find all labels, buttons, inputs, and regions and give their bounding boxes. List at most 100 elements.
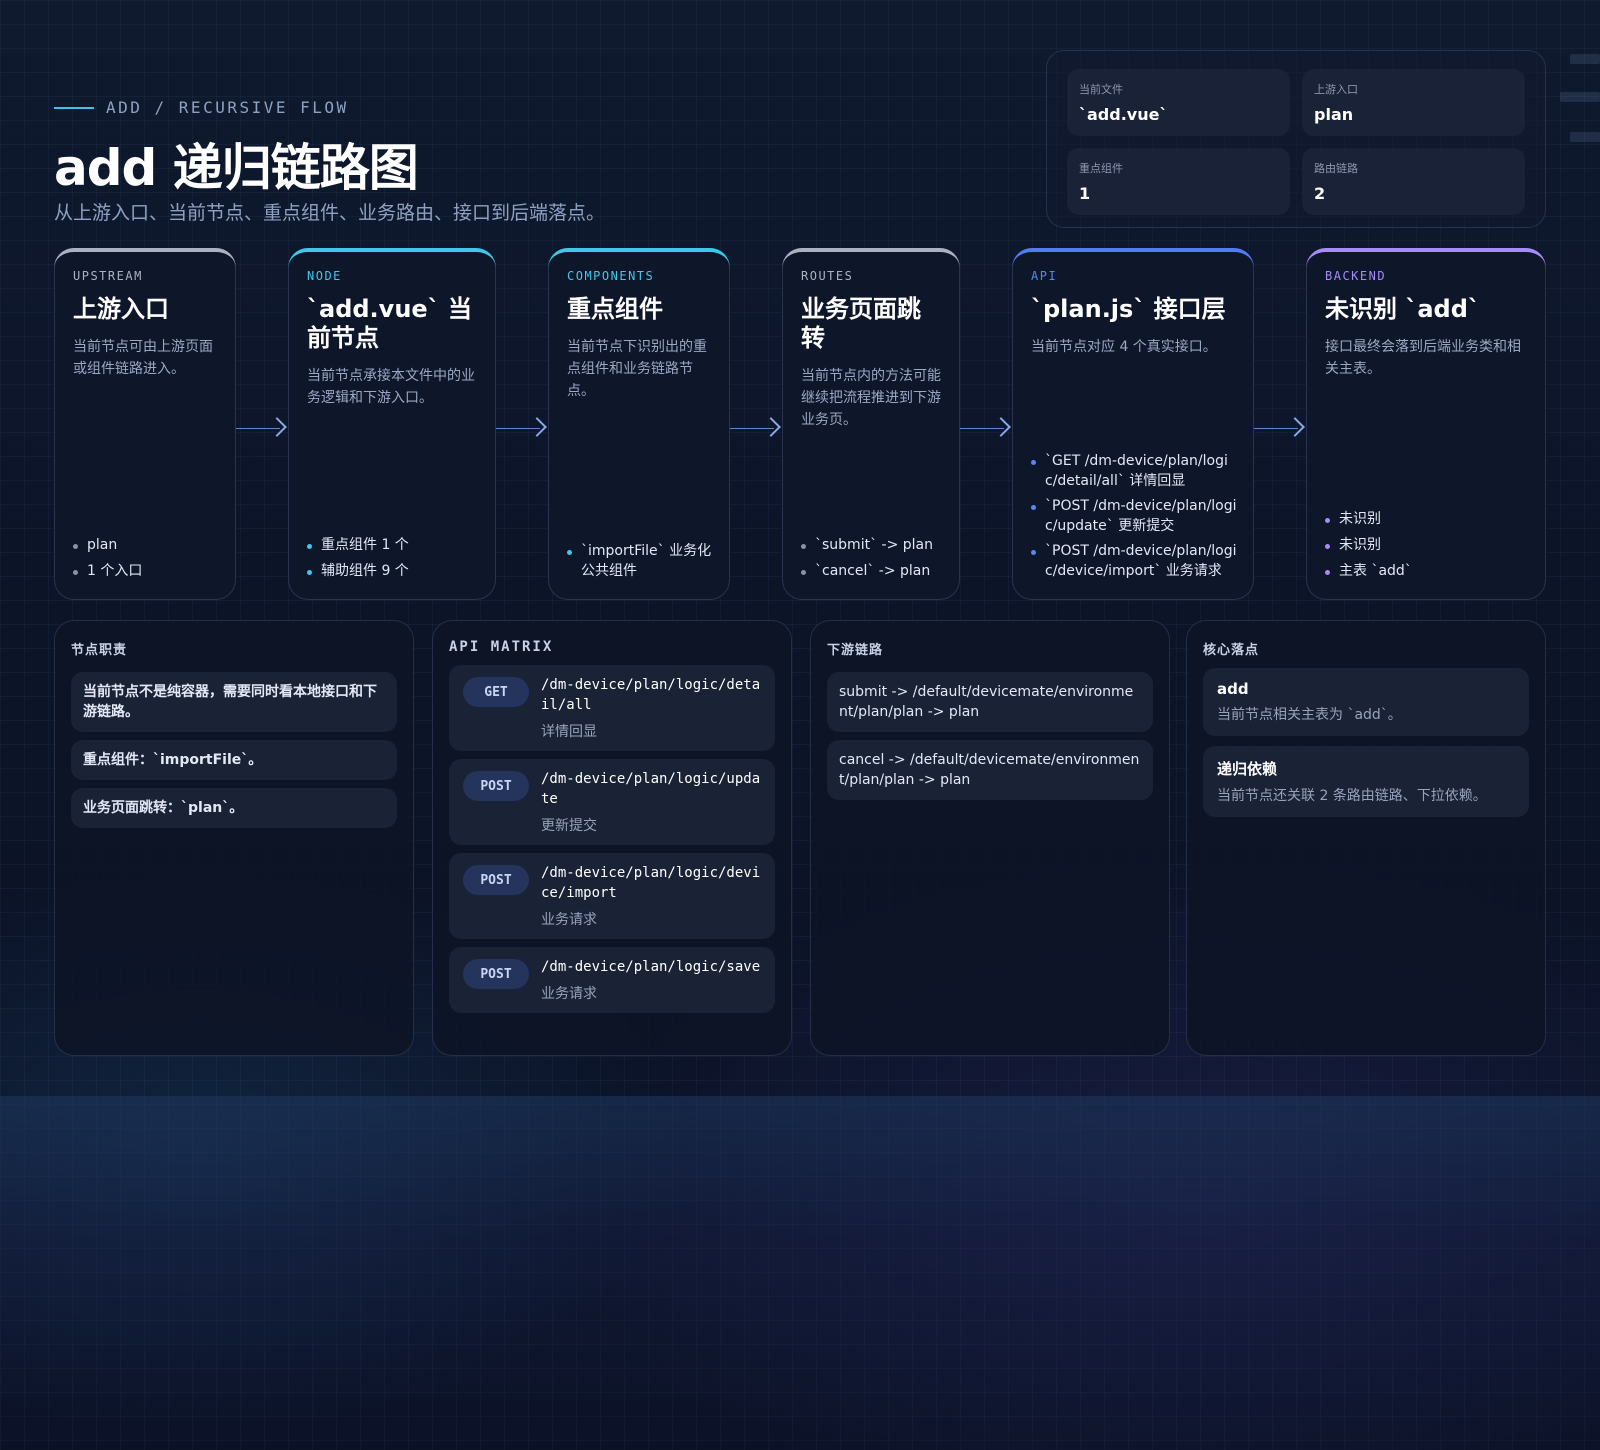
card-title: `plan.js` 接口层	[1031, 295, 1226, 323]
card-bullet: 辅助组件 9 个	[307, 561, 481, 581]
card-description: 接口最终会落到后端业务类和相关主表。	[1325, 339, 1521, 377]
card-title: 上游入口	[73, 295, 169, 323]
card-bullet: 重点组件 1 个	[307, 535, 481, 555]
flow-card-node: NODE `add.vue` 当前节点 当前节点承接本文件中的业务逻辑和下游入口…	[288, 248, 496, 600]
api-description: 详情回显	[541, 724, 597, 740]
panel-title: 节点职责	[71, 643, 128, 658]
api-matrix-panel: API MATRIX GET /dm-device/plan/logic/det…	[432, 620, 792, 1056]
flow-card-backend: BACKEND 未识别 `add` 接口最终会落到后端业务类和相关主表。 未识别…	[1306, 248, 1546, 600]
card-bullet: `POST /dm-device/plan/logic/device/impor…	[1031, 541, 1239, 581]
summary-label: 路由链路	[1314, 162, 1358, 175]
page-subtitle: 从上游入口、当前节点、重点组件、业务路由、接口到后端落点。	[54, 202, 606, 224]
summary-label: 上游入口	[1314, 83, 1358, 96]
method-badge: POST	[463, 865, 529, 895]
core-item: 递归依赖 当前节点还关联 2 条路由链路、下拉依赖。	[1203, 746, 1529, 817]
panel-title: 核心落点	[1203, 643, 1260, 658]
summary-value: plan	[1314, 105, 1354, 124]
summary-upstream: 上游入口 plan	[1302, 69, 1525, 136]
card-bullet: 未识别	[1325, 509, 1531, 529]
flow-card-components: COMPONENTS 重点组件 当前节点下识别出的重点组件和业务链路节点。 `i…	[548, 248, 730, 600]
downstream-panel: 下游链路 submit -> /default/devicemate/envir…	[810, 620, 1170, 1056]
card-bullet: `submit` -> plan	[801, 535, 945, 555]
arrow-head-icon	[267, 417, 287, 437]
core-item-title: 递归依赖	[1217, 760, 1278, 778]
card-description: 当前节点对应 4 个真实接口。	[1031, 339, 1217, 355]
summary-current-file: 当前文件 `add.vue`	[1067, 69, 1290, 136]
api-path: /dm-device/plan/logic/save	[541, 959, 761, 975]
card-title: 重点组件	[567, 295, 663, 323]
flow-arrow	[1254, 417, 1305, 438]
flow-arrow	[496, 417, 547, 438]
api-description: 业务请求	[541, 912, 597, 928]
panel-title: API MATRIX	[449, 639, 554, 655]
summary-value: `add.vue`	[1079, 105, 1168, 124]
panel-title: 下游链路	[827, 643, 884, 658]
card-title: 未识别 `add`	[1325, 295, 1480, 323]
summary-label: 当前文件	[1079, 83, 1123, 96]
responsibility-item: 重点组件：`importFile`。	[71, 740, 397, 780]
api-row: POST /dm-device/plan/logic/update 更新提交	[449, 759, 775, 845]
page-title: add 递归链路图	[54, 139, 419, 197]
flow-card-upstream: UPSTREAM 上游入口 当前节点可由上游页面或组件链路进入。 plan 1 …	[54, 248, 236, 600]
arrow-head-icon	[761, 417, 781, 437]
downstream-item: cancel -> /default/devicemate/environmen…	[827, 740, 1153, 800]
method-badge: GET	[463, 677, 529, 707]
api-row: POST /dm-device/plan/logic/save 业务请求	[449, 947, 775, 1013]
card-title: 业务页面跳转	[801, 295, 921, 352]
flow-arrow	[960, 417, 1011, 438]
decorative-bars	[1540, 52, 1600, 148]
method-badge: POST	[463, 771, 529, 801]
core-item-title: add	[1217, 680, 1249, 698]
api-description: 更新提交	[541, 818, 597, 834]
card-bullet: `GET /dm-device/plan/logic/detail/all` 详…	[1031, 451, 1239, 491]
summary-label: 重点组件	[1079, 162, 1123, 175]
eyebrow-text: ADD / RECURSIVE FLOW	[106, 98, 349, 117]
core-item: add 当前节点相关主表为 `add`。	[1203, 668, 1529, 736]
flow-card-api: API `plan.js` 接口层 当前节点对应 4 个真实接口。 `GET /…	[1012, 248, 1254, 600]
api-row: POST /dm-device/plan/logic/device/import…	[449, 853, 775, 939]
flow-card-routes: ROUTES 业务页面跳转 当前节点内的方法可能继续把流程推进到下游业务页。 `…	[782, 248, 960, 600]
responsibility-item: 当前节点不是纯容器，需要同时看本地接口和下游链路。	[71, 672, 397, 732]
card-tag: API	[1031, 269, 1058, 283]
method-badge: POST	[463, 959, 529, 989]
summary-components: 重点组件 1	[1067, 148, 1290, 215]
card-bullet: 1 个入口	[73, 561, 221, 581]
card-bullet: `importFile` 业务化公共组件	[567, 541, 715, 581]
summary-value: 2	[1314, 184, 1326, 203]
arrow-head-icon	[1285, 417, 1305, 437]
card-bullet: 主表 `add`	[1325, 561, 1531, 581]
core-panel: 核心落点 add 当前节点相关主表为 `add`。 递归依赖 当前节点还关联 2…	[1186, 620, 1546, 1056]
card-tag: UPSTREAM	[73, 269, 143, 283]
api-path: /dm-device/plan/logic/device/import	[541, 865, 761, 901]
card-tag: COMPONENTS	[567, 269, 655, 283]
arrow-head-icon	[991, 417, 1011, 437]
card-tag: ROUTES	[801, 269, 854, 283]
core-item-description: 当前节点相关主表为 `add`。	[1217, 707, 1402, 723]
core-item-description: 当前节点还关联 2 条路由链路、下拉依赖。	[1217, 788, 1487, 804]
summary-value: 1	[1079, 184, 1091, 203]
responsibility-item: 业务页面跳转：`plan`。	[71, 788, 397, 828]
card-bullet: 未识别	[1325, 535, 1531, 555]
flow-arrow	[730, 417, 781, 438]
card-bullet: `POST /dm-device/plan/logic/update` 更新提交	[1031, 496, 1239, 536]
card-tag: NODE	[307, 269, 342, 283]
api-row: GET /dm-device/plan/logic/detail/all 详情回…	[449, 665, 775, 751]
api-path: /dm-device/plan/logic/detail/all	[541, 677, 761, 713]
eyebrow-line	[54, 106, 94, 109]
card-description: 当前节点可由上游页面或组件链路进入。	[73, 339, 213, 377]
flow-arrow	[236, 417, 287, 438]
api-description: 业务请求	[541, 986, 597, 1002]
bottom-glow-band	[0, 1096, 1600, 1450]
eyebrow: ADD / RECURSIVE FLOW	[54, 98, 349, 117]
summary-panel: 当前文件 `add.vue` 上游入口 plan 重点组件 1 路由链路 2	[1046, 50, 1546, 228]
card-tag: BACKEND	[1325, 269, 1387, 283]
card-description: 当前节点承接本文件中的业务逻辑和下游入口。	[307, 368, 475, 406]
card-description: 当前节点下识别出的重点组件和业务链路节点。	[567, 339, 707, 399]
card-title: `add.vue` 当前节点	[307, 295, 473, 352]
card-bullet: `cancel` -> plan	[801, 561, 945, 581]
summary-routes: 路由链路 2	[1302, 148, 1525, 215]
card-bullet: plan	[73, 535, 221, 555]
downstream-item: submit -> /default/devicemate/environmen…	[827, 672, 1153, 732]
api-path: /dm-device/plan/logic/update	[541, 771, 761, 807]
arrow-head-icon	[527, 417, 547, 437]
